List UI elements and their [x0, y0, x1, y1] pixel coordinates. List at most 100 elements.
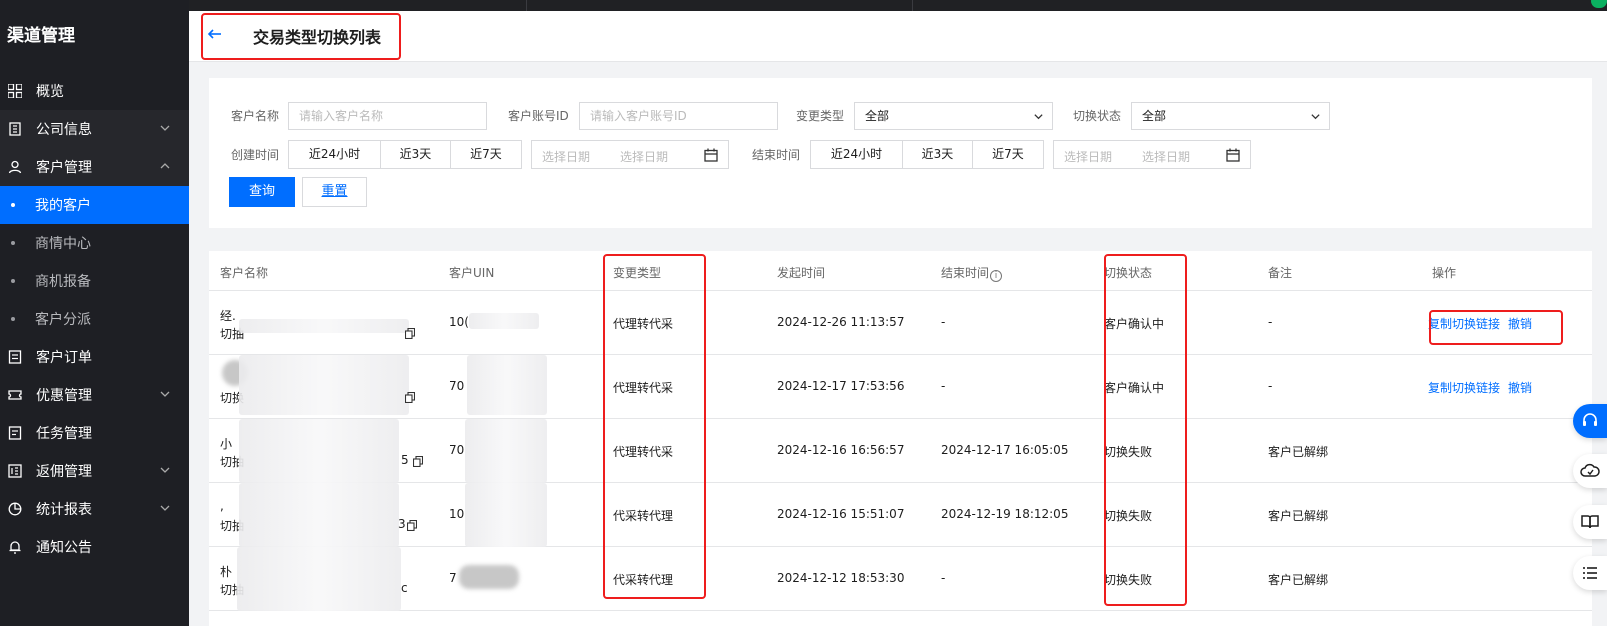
remark: 客户已解绑 [1268, 573, 1329, 587]
switch-status-select[interactable]: 全部 [1131, 102, 1330, 130]
create-time-date-picker[interactable]: 选择日期 选择日期 [531, 140, 729, 169]
column-header-remark: 备注 [1268, 266, 1293, 280]
change-type: 代理转代采 [613, 445, 674, 459]
switch-list-table: 客户名称 客户UIN 变更类型 发起时间 结束时间 i 切换状态 备注 操作 经.… [209, 251, 1592, 626]
column-header-change-type: 变更类型 [613, 266, 662, 280]
revoke-link[interactable]: 撤销 [1508, 315, 1532, 332]
redacted-text [239, 419, 399, 483]
chevron-down-icon [1034, 114, 1043, 120]
order-icon [7, 349, 23, 365]
switch-status: 切换失败 [1104, 509, 1153, 523]
bullet-icon [11, 317, 15, 321]
change-type-select[interactable]: 全部 [854, 102, 1053, 130]
start-time: 2024-12-26 11:13:57 [777, 315, 905, 329]
change-type: 代采转代理 [613, 573, 674, 587]
task-icon [7, 425, 23, 441]
range-24h-button[interactable]: 近24小时 [289, 141, 381, 168]
remark: - [1268, 315, 1273, 329]
end-time-date-picker[interactable]: 选择日期 选择日期 [1053, 140, 1251, 169]
redacted-text [465, 483, 547, 547]
range-7d-button[interactable]: 近7天 [973, 141, 1043, 168]
create-time-label: 创建时间 [231, 148, 280, 162]
start-time: 2024-12-16 15:51:07 [777, 507, 905, 521]
copy-icon[interactable] [407, 520, 417, 531]
copy-switch-link[interactable]: 复制切换链接 [1428, 379, 1500, 396]
bullet-icon [11, 279, 15, 283]
redacted-text [239, 319, 409, 333]
revoke-link[interactable]: 撤销 [1508, 379, 1532, 396]
range-3d-button[interactable]: 近3天 [381, 141, 451, 168]
page-header: 交易类型切换列表 [189, 11, 1607, 62]
copy-icon[interactable] [405, 328, 415, 339]
sidebar-item-notices[interactable]: 通知公告 [0, 528, 189, 566]
info-icon[interactable]: i [990, 270, 1003, 282]
sidebar-item-rebates[interactable]: 返佣管理 [0, 452, 189, 490]
sidebar-item-customers[interactable]: 客户管理 [0, 148, 189, 186]
range-3d-button[interactable]: 近3天 [903, 141, 973, 168]
customer-service-button[interactable] [1573, 404, 1607, 438]
customer-uin: 7 [449, 571, 457, 585]
switch-status: 切换失败 [1104, 445, 1153, 459]
page-title: 交易类型切换列表 [253, 28, 382, 47]
sidebar-item-reports[interactable]: 统计报表 [0, 490, 189, 528]
range-24h-button[interactable]: 近24小时 [811, 141, 903, 168]
app-root: 渠道管理 概览 公司信息 客户管理 我的客户 商情中心 商机报备 客户分派 客户… [0, 0, 1607, 626]
account-id-input[interactable]: 请输入客户账号ID [579, 102, 778, 130]
sidebar-item-discounts[interactable]: 优惠管理 [0, 376, 189, 414]
status-dot-icon [1591, 0, 1607, 8]
cloud-button[interactable] [1573, 454, 1607, 488]
bullet-icon [11, 241, 15, 245]
coupon-icon [7, 387, 23, 403]
account-id-label: 客户账号ID [508, 109, 569, 123]
reset-button[interactable]: 重置 [302, 177, 367, 207]
sidebar-item-overview[interactable]: 概览 [0, 72, 189, 110]
start-date-placeholder: 选择日期 [542, 150, 591, 164]
customer-name-tail: c [401, 581, 408, 595]
sidebar-item-label: 任务管理 [36, 426, 92, 442]
copy-switch-link[interactable]: 复制切换链接 [1428, 315, 1500, 332]
customer-name-input[interactable]: 请输入客户名称 [288, 102, 487, 130]
customer-name: 朴 [220, 565, 233, 579]
redacted-text [239, 483, 399, 547]
chevron-down-icon [160, 391, 170, 397]
headset-icon [1583, 413, 1597, 426]
column-header-label: 结束时间 [941, 266, 990, 280]
sidebar-item-company[interactable]: 公司信息 [0, 110, 189, 148]
customer-name-label: 客户名称 [231, 109, 280, 123]
calendar-icon [1226, 148, 1240, 162]
copy-icon[interactable] [413, 456, 423, 467]
customer-name: 小 [220, 437, 233, 451]
column-header-end-time: 结束时间 i [941, 264, 1003, 282]
copy-icon[interactable] [405, 392, 415, 403]
list-button[interactable] [1573, 556, 1607, 590]
customer-uin: 70 [449, 379, 465, 393]
sidebar-item-label: 客户分派 [35, 312, 91, 328]
customer-name-tail: 3 [398, 517, 406, 531]
back-arrow-icon[interactable] [207, 26, 223, 42]
remark: - [1268, 379, 1273, 393]
sidebar-item-label: 统计报表 [36, 502, 92, 518]
table-row: , 切抽 3 10 代采转代理 2024-12-16 15:51:07 2024… [209, 483, 1592, 547]
docs-button[interactable] [1573, 505, 1607, 539]
rebate-icon [7, 463, 23, 479]
redacted-text [469, 313, 539, 329]
sidebar-item-my-customers[interactable]: 我的客户 [0, 186, 189, 224]
switch-status-value: 全部 [1142, 109, 1167, 123]
top-bar [189, 0, 1607, 11]
chevron-down-icon [160, 505, 170, 511]
range-7d-button[interactable]: 近7天 [451, 141, 521, 168]
bell-icon [7, 539, 23, 555]
redacted-text [459, 565, 519, 589]
customer-name: , [220, 499, 224, 513]
sidebar-item-customer-assign[interactable]: 客户分派 [0, 300, 189, 338]
pie-chart-icon [7, 501, 23, 517]
query-button[interactable]: 查询 [229, 177, 295, 207]
end-time: 2024-12-19 18:12:05 [941, 507, 1069, 521]
sidebar-item-orders[interactable]: 客户订单 [0, 338, 189, 376]
start-time: 2024-12-17 17:53:56 [777, 379, 905, 393]
sidebar-item-opportunity-report[interactable]: 商机报备 [0, 262, 189, 300]
customer-uin: 10( [449, 315, 469, 329]
switch-status-label: 切换状态 [1073, 109, 1122, 123]
sidebar-item-tasks[interactable]: 任务管理 [0, 414, 189, 452]
sidebar-item-market-info[interactable]: 商情中心 [0, 224, 189, 262]
